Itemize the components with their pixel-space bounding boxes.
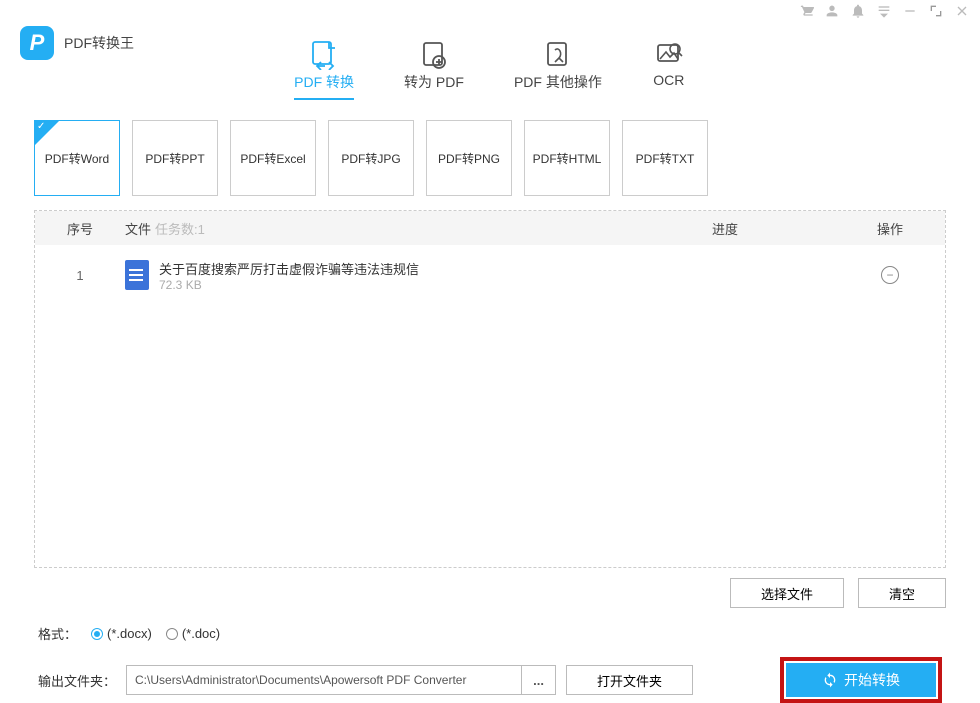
subtab-pdf-txt[interactable]: PDF转TXT (622, 120, 708, 196)
tab-pdf-other[interactable]: PDF 其他操作 (514, 40, 602, 100)
output-path-input[interactable] (127, 673, 521, 687)
tab-label: PDF 转换 (294, 72, 354, 92)
main-nav: PDF 转换 转为 PDF PDF 其他操作 OCR (0, 40, 980, 100)
tab-label: PDF 其他操作 (514, 72, 602, 92)
app-logo: P (20, 26, 54, 60)
close-icon[interactable] (954, 3, 970, 22)
row-index: 1 (35, 268, 125, 283)
subtab-pdf-excel[interactable]: PDF转Excel (230, 120, 316, 196)
subtab-pdf-html[interactable]: PDF转HTML (524, 120, 610, 196)
bell-icon[interactable] (850, 3, 866, 22)
output-label: 输出文件夹： (38, 671, 116, 690)
window-titlebar (0, 0, 980, 22)
subtab-pdf-ppt[interactable]: PDF转PPT (132, 120, 218, 196)
check-icon: ✓ (37, 121, 45, 132)
col-header-ops: 操作 (835, 219, 945, 238)
refresh-icon (822, 672, 838, 688)
menu-dropdown-icon[interactable] (876, 3, 892, 22)
col-header-progress: 进度 (615, 219, 835, 238)
col-header-file: 文件 任务数:1 (125, 219, 615, 238)
tab-label: OCR (653, 72, 684, 88)
subtab-pdf-png[interactable]: PDF转PNG (426, 120, 512, 196)
tab-pdf-convert[interactable]: PDF 转换 (294, 40, 354, 100)
subtab-pdf-word[interactable]: ✓PDF转Word (34, 120, 120, 196)
minimize-icon[interactable] (902, 3, 918, 22)
file-size: 72.3 KB (159, 278, 419, 292)
start-button-highlight: 开始转换 (780, 657, 942, 703)
radio-doc[interactable]: (*.doc) (166, 626, 220, 641)
ocr-icon (652, 40, 686, 70)
maximize-icon[interactable] (928, 3, 944, 22)
table-header: 序号 文件 任务数:1 进度 操作 (35, 211, 945, 245)
format-label: 格式： (38, 624, 77, 643)
start-button-label: 开始转换 (844, 670, 900, 690)
tab-to-pdf[interactable]: 转为 PDF (404, 40, 464, 100)
table-row: 1 关于百度搜索严厉打击虚假诈骗等违法违规信 72.3 KB − (35, 245, 945, 305)
pdf-convert-icon (307, 40, 341, 70)
subtab-row: ✓PDF转Word PDF转PPT PDF转Excel PDF转JPG PDF转… (0, 100, 980, 196)
format-row: 格式： (*.docx) (*.doc) (0, 608, 980, 643)
remove-row-button[interactable]: − (881, 266, 899, 284)
to-pdf-icon (417, 40, 451, 70)
doc-file-icon (125, 260, 149, 290)
file-table: 序号 文件 任务数:1 进度 操作 1 关于百度搜索严厉打击虚假诈骗等违法违规信… (34, 210, 946, 568)
subtab-pdf-jpg[interactable]: PDF转JPG (328, 120, 414, 196)
output-row: 输出文件夹： ... 打开文件夹 开始转换 (0, 643, 980, 703)
clear-button[interactable]: 清空 (858, 578, 946, 608)
app-name: PDF转换王 (64, 33, 134, 53)
tab-label: 转为 PDF (404, 72, 464, 92)
task-count: 任务数:1 (155, 219, 205, 238)
start-convert-button[interactable]: 开始转换 (786, 663, 936, 697)
file-name: 关于百度搜索严厉打击虚假诈骗等违法违规信 (159, 259, 419, 278)
user-icon[interactable] (824, 3, 840, 22)
col-header-index: 序号 (35, 219, 125, 238)
cart-icon[interactable] (798, 3, 814, 22)
choose-file-button[interactable]: 选择文件 (730, 578, 844, 608)
radio-docx[interactable]: (*.docx) (91, 626, 152, 641)
pdf-other-icon (541, 40, 575, 70)
tab-ocr[interactable]: OCR (652, 40, 686, 100)
